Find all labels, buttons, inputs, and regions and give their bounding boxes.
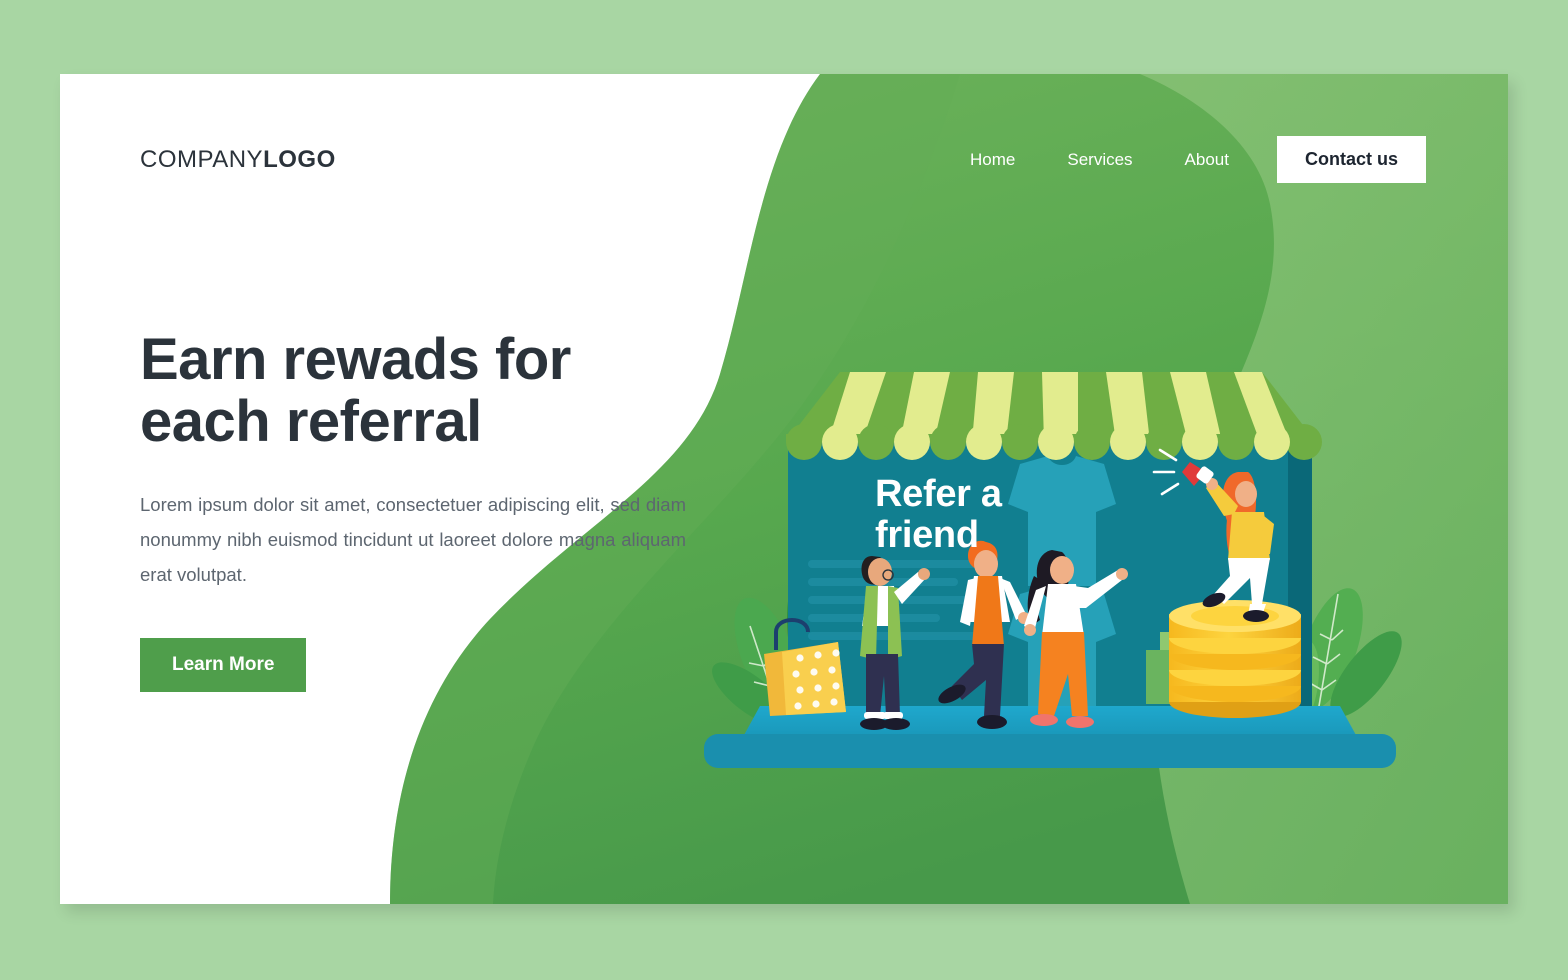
hero-description: Lorem ipsum dolor sit amet, consectetuer…: [140, 494, 686, 586]
coin-stack: [1169, 600, 1301, 718]
hero-content: Earn rewads for each referral Lorem ipsu…: [140, 327, 700, 692]
logo-text-bold: LOGO: [263, 146, 336, 173]
main-navigation: Home Services About Contact us: [944, 136, 1426, 183]
nav-item-services[interactable]: Services: [1041, 150, 1158, 170]
landing-page: COMPANYLOGO Home Services About Contact …: [0, 0, 1568, 980]
shop-awning: [786, 372, 1322, 460]
shop-sign-text: Refer a friend: [875, 473, 1002, 557]
page-title: Earn rewads for each referral: [140, 327, 571, 455]
hero-card: COMPANYLOGO Home Services About Contact …: [60, 74, 1508, 904]
learn-more-button[interactable]: Learn More: [140, 637, 307, 692]
logo-text-thin: COMPANY: [140, 146, 264, 173]
nav-item-about[interactable]: About: [1159, 150, 1255, 170]
referral-illustration: [690, 364, 1410, 784]
nav-item-home[interactable]: Home: [944, 150, 1041, 170]
contact-us-button[interactable]: Contact us: [1276, 136, 1426, 183]
company-logo[interactable]: COMPANYLOGO: [140, 146, 336, 174]
